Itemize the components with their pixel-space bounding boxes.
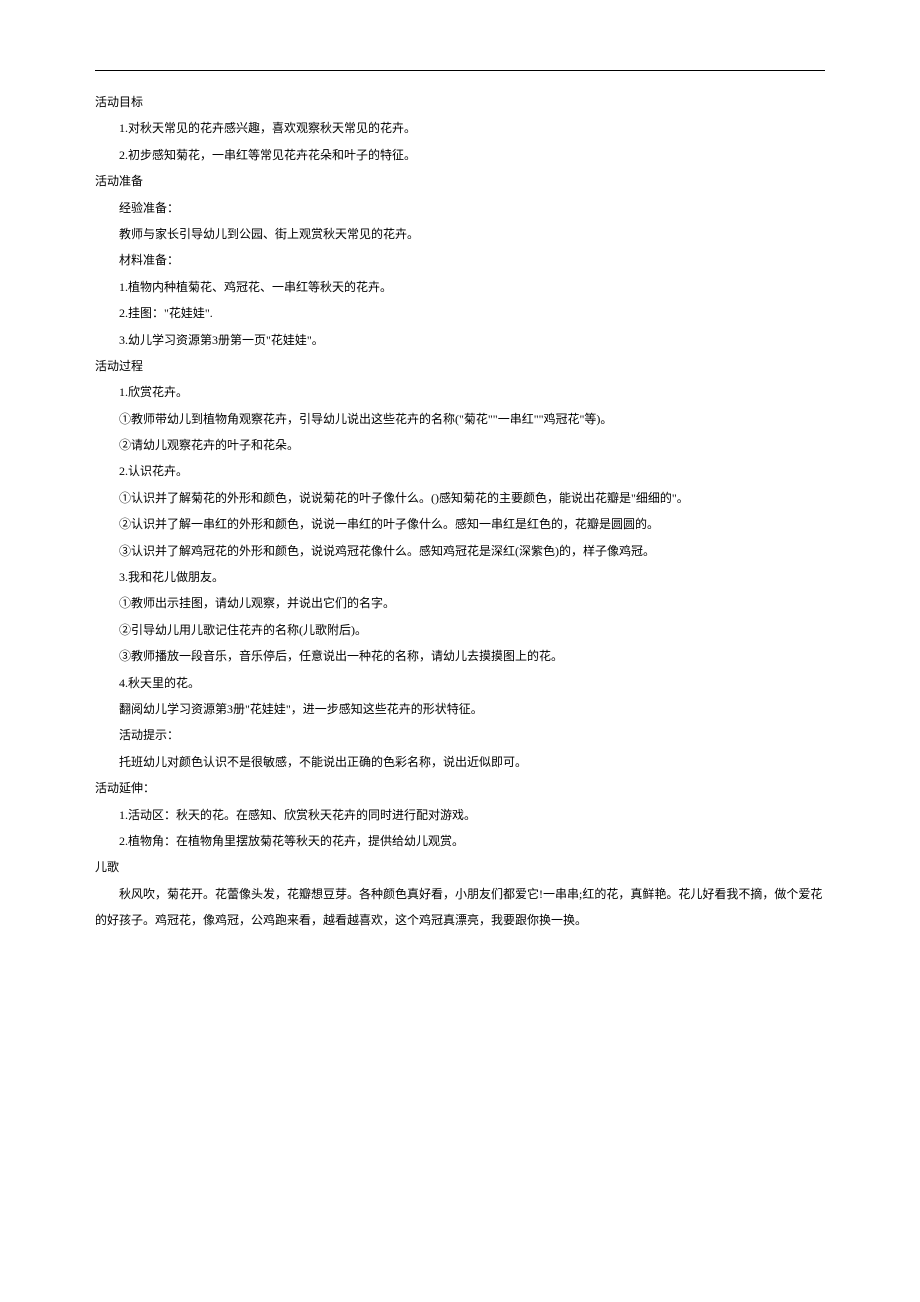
preparation-exp-label: 经验准备：: [95, 195, 825, 221]
process-line: ②请幼儿观察花卉的叶子和花朵。: [95, 432, 825, 458]
section-song-heading: 儿歌: [95, 854, 825, 880]
preparation-exp-text: 教师与家长引导幼儿到公园、街上观赏秋天常见的花卉。: [95, 221, 825, 247]
section-preparation-heading: 活动准备: [95, 168, 825, 194]
horizontal-divider: [95, 70, 825, 71]
process-line: ③认识并了解鸡冠花的外形和颜色，说说鸡冠花像什么。感知鸡冠花是深红(深紫色)的，…: [95, 538, 825, 564]
process-line: 翻阅幼儿学习资源第3册"花娃娃"，进一步感知这些花卉的形状特征。: [95, 696, 825, 722]
song-text: 秋风吹，菊花开。花蕾像头发，花瓣想豆芽。各种颜色真好看，小朋友们都爱它!一串串;…: [95, 881, 825, 934]
process-line: ①教师带幼儿到植物角观察花卉，引导幼儿说出这些花卉的名称("菊花""一串红""鸡…: [95, 406, 825, 432]
process-block-title: 3.我和花儿做朋友。: [95, 564, 825, 590]
extension-item: 1.活动区：秋天的花。在感知、欣赏秋天花卉的同时进行配对游戏。: [95, 802, 825, 828]
process-line: 托班幼儿对颜色认识不是很敏感，不能说出正确的色彩名称，说出近似即可。: [95, 749, 825, 775]
preparation-mat-item: 1.植物内种植菊花、鸡冠花、一串红等秋天的花卉。: [95, 274, 825, 300]
section-extension-heading: 活动延伸：: [95, 775, 825, 801]
section-process-heading: 活动过程: [95, 353, 825, 379]
preparation-mat-item: 2.挂图："花娃娃".: [95, 300, 825, 326]
process-block-title: 2.认识花卉。: [95, 458, 825, 484]
process-line: 活动提示：: [95, 722, 825, 748]
preparation-mat-label: 材料准备：: [95, 247, 825, 273]
section-goals-heading: 活动目标: [95, 89, 825, 115]
extension-item: 2.植物角：在植物角里摆放菊花等秋天的花卉，提供给幼儿观赏。: [95, 828, 825, 854]
process-line: ①认识并了解菊花的外形和颜色，说说菊花的叶子像什么。()感知菊花的主要颜色，能说…: [95, 485, 825, 511]
process-block-title: 4.秋天里的花。: [95, 670, 825, 696]
process-line: ②引导幼儿用儿歌记住花卉的名称(儿歌附后)。: [95, 617, 825, 643]
process-line: ③教师播放一段音乐，音乐停后，任意说出一种花的名称，请幼儿去摸摸图上的花。: [95, 643, 825, 669]
goals-item: 1.对秋天常见的花卉感兴趣，喜欢观察秋天常见的花卉。: [95, 115, 825, 141]
preparation-mat-item: 3.幼儿学习资源第3册第一页"花娃娃"。: [95, 327, 825, 353]
goals-item: 2.初步感知菊花，一串红等常见花卉花朵和叶子的特征。: [95, 142, 825, 168]
process-block-title: 1.欣赏花卉。: [95, 379, 825, 405]
process-line: ②认识并了解一串红的外形和颜色，说说一串红的叶子像什么。感知一串红是红色的，花瓣…: [95, 511, 825, 537]
process-line: ①教师出示挂图，请幼儿观察，并说出它们的名字。: [95, 590, 825, 616]
